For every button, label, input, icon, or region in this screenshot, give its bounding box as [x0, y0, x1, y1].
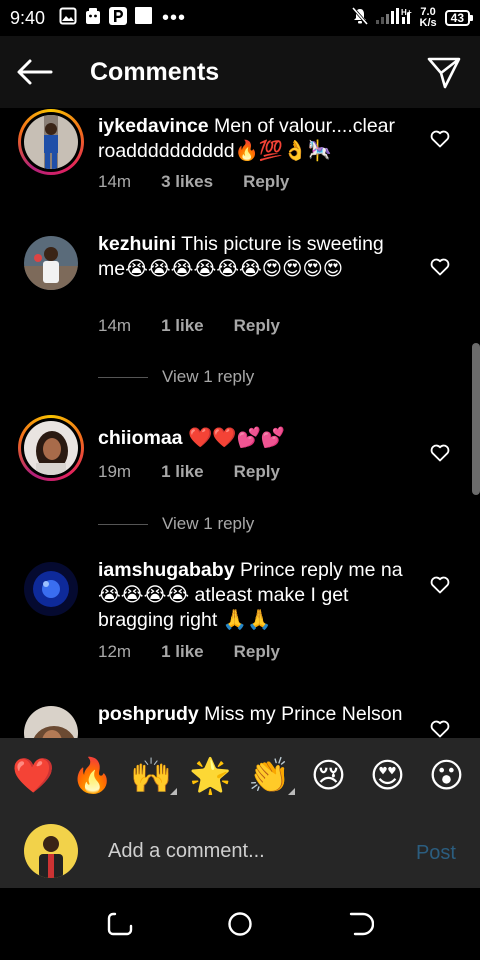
- comment-username[interactable]: poshprudy: [98, 703, 199, 725]
- divider-line: [98, 523, 148, 525]
- avatar[interactable]: [24, 706, 78, 738]
- heart-icon[interactable]: [430, 444, 450, 462]
- reaction-raised-hands-button[interactable]: 🙌: [127, 757, 177, 795]
- divider-line: [98, 376, 148, 378]
- reply-button[interactable]: Reply: [243, 172, 289, 192]
- view-replies-label: View 1 reply: [162, 367, 255, 386]
- comment-likes[interactable]: 3 likes: [161, 172, 213, 192]
- network-speed: 7.0 K/s: [420, 7, 437, 29]
- reply-button[interactable]: Reply: [234, 642, 280, 662]
- comment-likes[interactable]: 1 like: [161, 462, 204, 482]
- reply-button[interactable]: Reply: [234, 462, 280, 482]
- comment-username[interactable]: kezhuini: [98, 233, 176, 255]
- heart-icon[interactable]: [430, 258, 450, 276]
- home-icon[interactable]: [226, 910, 254, 938]
- comment-username[interactable]: chiiomaa: [98, 427, 183, 449]
- back-arrow-icon: [17, 59, 53, 85]
- mute-icon: [351, 6, 368, 30]
- reaction-heart-eyes-button[interactable]: 😍: [363, 759, 413, 793]
- reaction-surprised-button[interactable]: 😮: [422, 759, 472, 793]
- comment-meta: 12m 1 like Reply: [98, 642, 280, 662]
- comment-username[interactable]: iamshugababy: [98, 559, 235, 581]
- battery-icon: 43: [444, 10, 474, 26]
- comment-text: Miss my Prince Nelson: [204, 703, 403, 725]
- page-title: Comments: [90, 57, 220, 86]
- comment-meta: 19m 1 like Reply: [98, 462, 280, 482]
- view-replies-button[interactable]: View 1 reply: [98, 367, 254, 387]
- reaction-heart-button[interactable]: ❤️: [9, 759, 59, 793]
- reaction-star-button[interactable]: 🌟: [186, 759, 236, 793]
- back-button[interactable]: [0, 36, 70, 108]
- raised-hands-emoji: 🙌: [130, 757, 173, 795]
- gallery-icon: [59, 7, 77, 30]
- skin-tone-indicator: [169, 788, 177, 795]
- reaction-fire-button[interactable]: 🔥: [68, 759, 118, 793]
- status-bar: 9:40 ••• H + 7.0 K/s 43: [0, 0, 480, 36]
- my-avatar: [24, 824, 78, 878]
- skin-tone-indicator: [287, 788, 295, 795]
- comment-text-block: kezhuini This picture is sweeting me😭😭😭😭…: [98, 232, 416, 282]
- comment-text-block: iamshugababy Prince reply me na😭😭😭😭 atle…: [98, 558, 416, 633]
- comment-input[interactable]: [108, 836, 398, 866]
- send-icon: [427, 57, 461, 89]
- comment-username[interactable]: iykedavince: [98, 115, 209, 137]
- comment-text: ❤️❤️💕💕: [187, 427, 286, 449]
- reaction-crying-button[interactable]: 😢: [304, 759, 354, 793]
- comment-meta: 14m 1 like Reply: [98, 316, 280, 336]
- more-notifications-icon: •••: [162, 6, 187, 29]
- comment-time: 19m: [98, 462, 132, 481]
- network-speed-unit: K/s: [419, 17, 437, 29]
- comment-time: 14m: [98, 316, 132, 335]
- comment-time: 14m: [98, 172, 132, 191]
- comment-text-block: chiiomaa ❤️❤️💕💕: [98, 426, 416, 451]
- scrollbar[interactable]: [472, 343, 480, 495]
- comment-list[interactable]: iykedavince Men of valour....clear roadd…: [0, 108, 480, 738]
- comment-text-block: iykedavince Men of valour....clear roadd…: [98, 114, 416, 164]
- share-button[interactable]: [426, 54, 462, 90]
- heart-icon[interactable]: [430, 576, 450, 594]
- avatar[interactable]: [24, 236, 78, 290]
- android-icon: [85, 7, 101, 30]
- comment-likes[interactable]: 1 like: [161, 642, 204, 662]
- avatar[interactable]: [18, 415, 84, 481]
- view-replies-button[interactable]: View 1 reply: [98, 514, 254, 534]
- comment-meta: 14m 3 likes Reply: [98, 172, 289, 192]
- post-button[interactable]: Post: [416, 842, 456, 865]
- status-time: 9:40: [10, 7, 46, 28]
- signal-icon: H +: [375, 7, 412, 30]
- heart-icon[interactable]: [430, 720, 450, 738]
- comment-text-block: poshprudy Miss my Prince Nelson: [98, 702, 416, 727]
- header: Comments: [0, 36, 480, 108]
- avatar[interactable]: [24, 562, 78, 616]
- quick-reactions-bar: ❤️ 🔥 🙌 🌟 👏 😢 😍 😮: [0, 738, 480, 814]
- reply-button[interactable]: Reply: [234, 316, 280, 336]
- parking-app-icon: [109, 6, 128, 30]
- clap-emoji: 👏: [248, 757, 291, 795]
- comment-likes[interactable]: 1 like: [161, 316, 204, 336]
- heart-icon[interactable]: [430, 130, 450, 148]
- avatar[interactable]: [18, 109, 84, 175]
- recent-apps-icon[interactable]: [106, 910, 134, 938]
- view-replies-label: View 1 reply: [162, 514, 255, 533]
- back-nav-icon[interactable]: [346, 910, 374, 938]
- reaction-clap-button[interactable]: 👏: [245, 757, 295, 795]
- square-app-icon: [135, 7, 153, 29]
- system-nav-bar: [0, 888, 480, 960]
- comment-composer: Post: [0, 814, 480, 888]
- comment-time: 12m: [98, 642, 132, 661]
